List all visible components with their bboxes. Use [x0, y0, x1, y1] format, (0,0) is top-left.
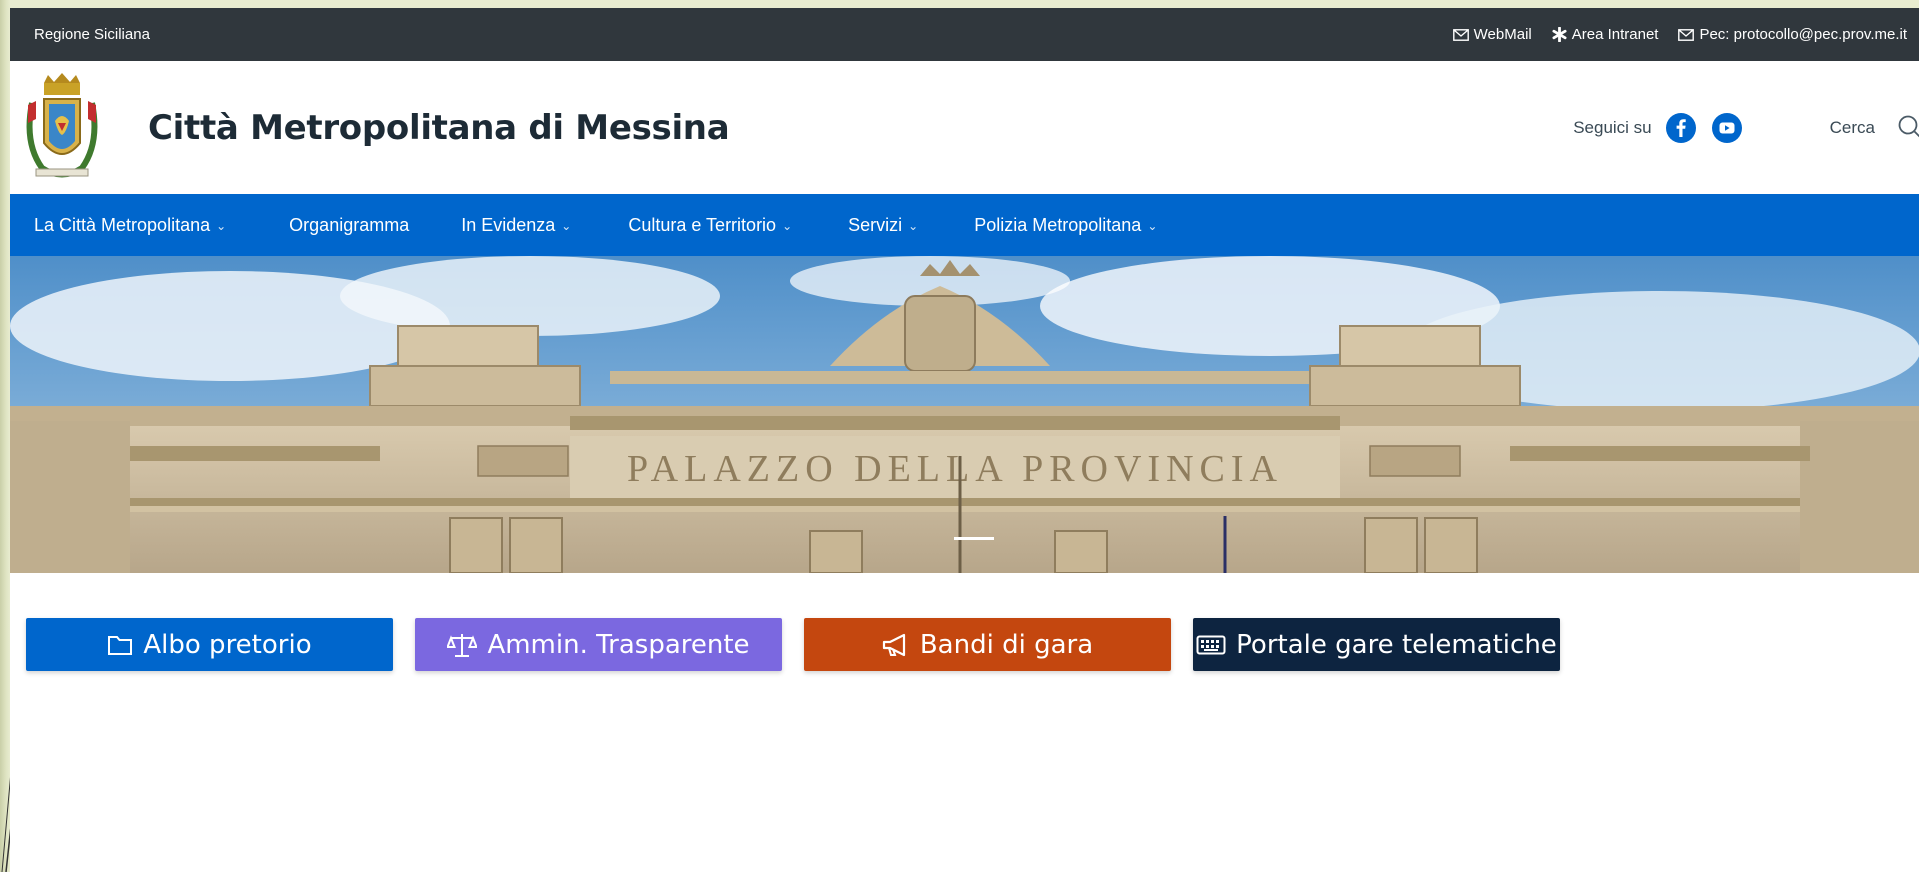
nav-item-label: In Evidenza — [461, 214, 556, 235]
chevron-down-icon: ⌄ — [216, 219, 227, 233]
nav-item-label: Cultura e Territorio — [628, 214, 777, 235]
site-title[interactable]: Città Metropolitana di Messina — [148, 108, 730, 148]
albo-pretorio-button[interactable]: Albo pretorio — [26, 618, 393, 671]
facebook-icon[interactable] — [1665, 112, 1696, 143]
main-navigation: La Città Metropolitana ⌄ Organigramma In… — [10, 194, 1919, 256]
chevron-down-icon: ⌄ — [561, 219, 572, 233]
portale-gare-telematiche-button[interactable]: Portale gare telematiche — [1193, 618, 1560, 671]
quick-links: Albo pretorio Ammin. Trasparente Bandi d… — [10, 573, 1919, 872]
region-link[interactable]: Regione Siciliana — [34, 26, 150, 43]
webmail-link[interactable]: WebMail — [1452, 26, 1532, 43]
nav-item-citta-metropolitana[interactable]: La Città Metropolitana ⌄ — [34, 215, 226, 236]
mail-icon — [1678, 28, 1695, 41]
utility-links: WebMail Area Intranet Pec: protocollo@pe… — [1452, 26, 1907, 43]
hero-banner: PALAZZO DELLA PROVINCIA — [10, 256, 1919, 573]
megaphone-icon — [882, 633, 910, 657]
chevron-down-icon: ⌄ — [908, 219, 919, 233]
intranet-link[interactable]: Area Intranet — [1552, 26, 1659, 43]
site-header: Città Metropolitana di Messina Seguici s… — [10, 61, 1919, 194]
nav-item-cultura-territorio[interactable]: Cultura e Territorio ⌄ — [628, 215, 792, 236]
hero-inscription: PALAZZO DELLA PROVINCIA — [627, 448, 1283, 490]
palazzo-provincia-photo: PALAZZO DELLA PROVINCIA — [10, 256, 1919, 573]
amministrazione-trasparente-button[interactable]: Ammin. Trasparente — [415, 618, 782, 671]
follow-label: Seguici su — [1573, 117, 1652, 137]
bandi-di-gara-button[interactable]: Bandi di gara — [804, 618, 1171, 671]
nav-item-servizi[interactable]: Servizi ⌄ — [848, 215, 918, 236]
search-icon[interactable] — [1897, 114, 1919, 142]
search-label[interactable]: Cerca — [1830, 118, 1875, 138]
bandi-di-gara-label: Bandi di gara — [919, 629, 1094, 660]
nav-item-in-evidenza[interactable]: In Evidenza ⌄ — [461, 215, 571, 236]
webmail-label: WebMail — [1473, 26, 1532, 43]
balance-scale-icon — [447, 632, 478, 658]
header-actions: Seguici su Cerca — [1573, 61, 1919, 194]
amministrazione-trasparente-label: Ammin. Trasparente — [487, 629, 750, 660]
nav-item-label: Organigramma — [289, 214, 410, 235]
nav-item-label: Servizi — [848, 214, 903, 235]
nav-item-label: Polizia Metropolitana — [974, 214, 1142, 235]
nav-item-organigramma[interactable]: Organigramma — [289, 215, 409, 236]
top-utility-bar: Regione Siciliana WebMail Area Intranet … — [10, 8, 1919, 61]
folder-icon — [107, 634, 133, 656]
nav-item-label: La Città Metropolitana — [34, 214, 211, 235]
webpage: Regione Siciliana WebMail Area Intranet … — [10, 8, 1919, 872]
nav-item-polizia-metropolitana[interactable]: Polizia Metropolitana ⌄ — [974, 215, 1157, 236]
intranet-label: Area Intranet — [1571, 26, 1659, 43]
pec-link[interactable]: Pec: protocollo@pec.prov.me.it — [1678, 26, 1907, 43]
keyboard-icon — [1196, 635, 1226, 655]
carousel-indicator[interactable] — [954, 537, 994, 540]
asterisk-icon — [1552, 27, 1567, 42]
youtube-icon[interactable] — [1711, 112, 1742, 143]
mail-icon — [1452, 28, 1469, 41]
albo-pretorio-label: Albo pretorio — [143, 629, 312, 660]
coat-of-arms-logo[interactable] — [22, 72, 102, 183]
chevron-down-icon: ⌄ — [1147, 219, 1158, 233]
portale-gare-telematiche-label: Portale gare telematiche — [1236, 629, 1557, 660]
chevron-down-icon: ⌄ — [782, 219, 793, 233]
pec-label: Pec: protocollo@pec.prov.me.it — [1699, 26, 1907, 43]
